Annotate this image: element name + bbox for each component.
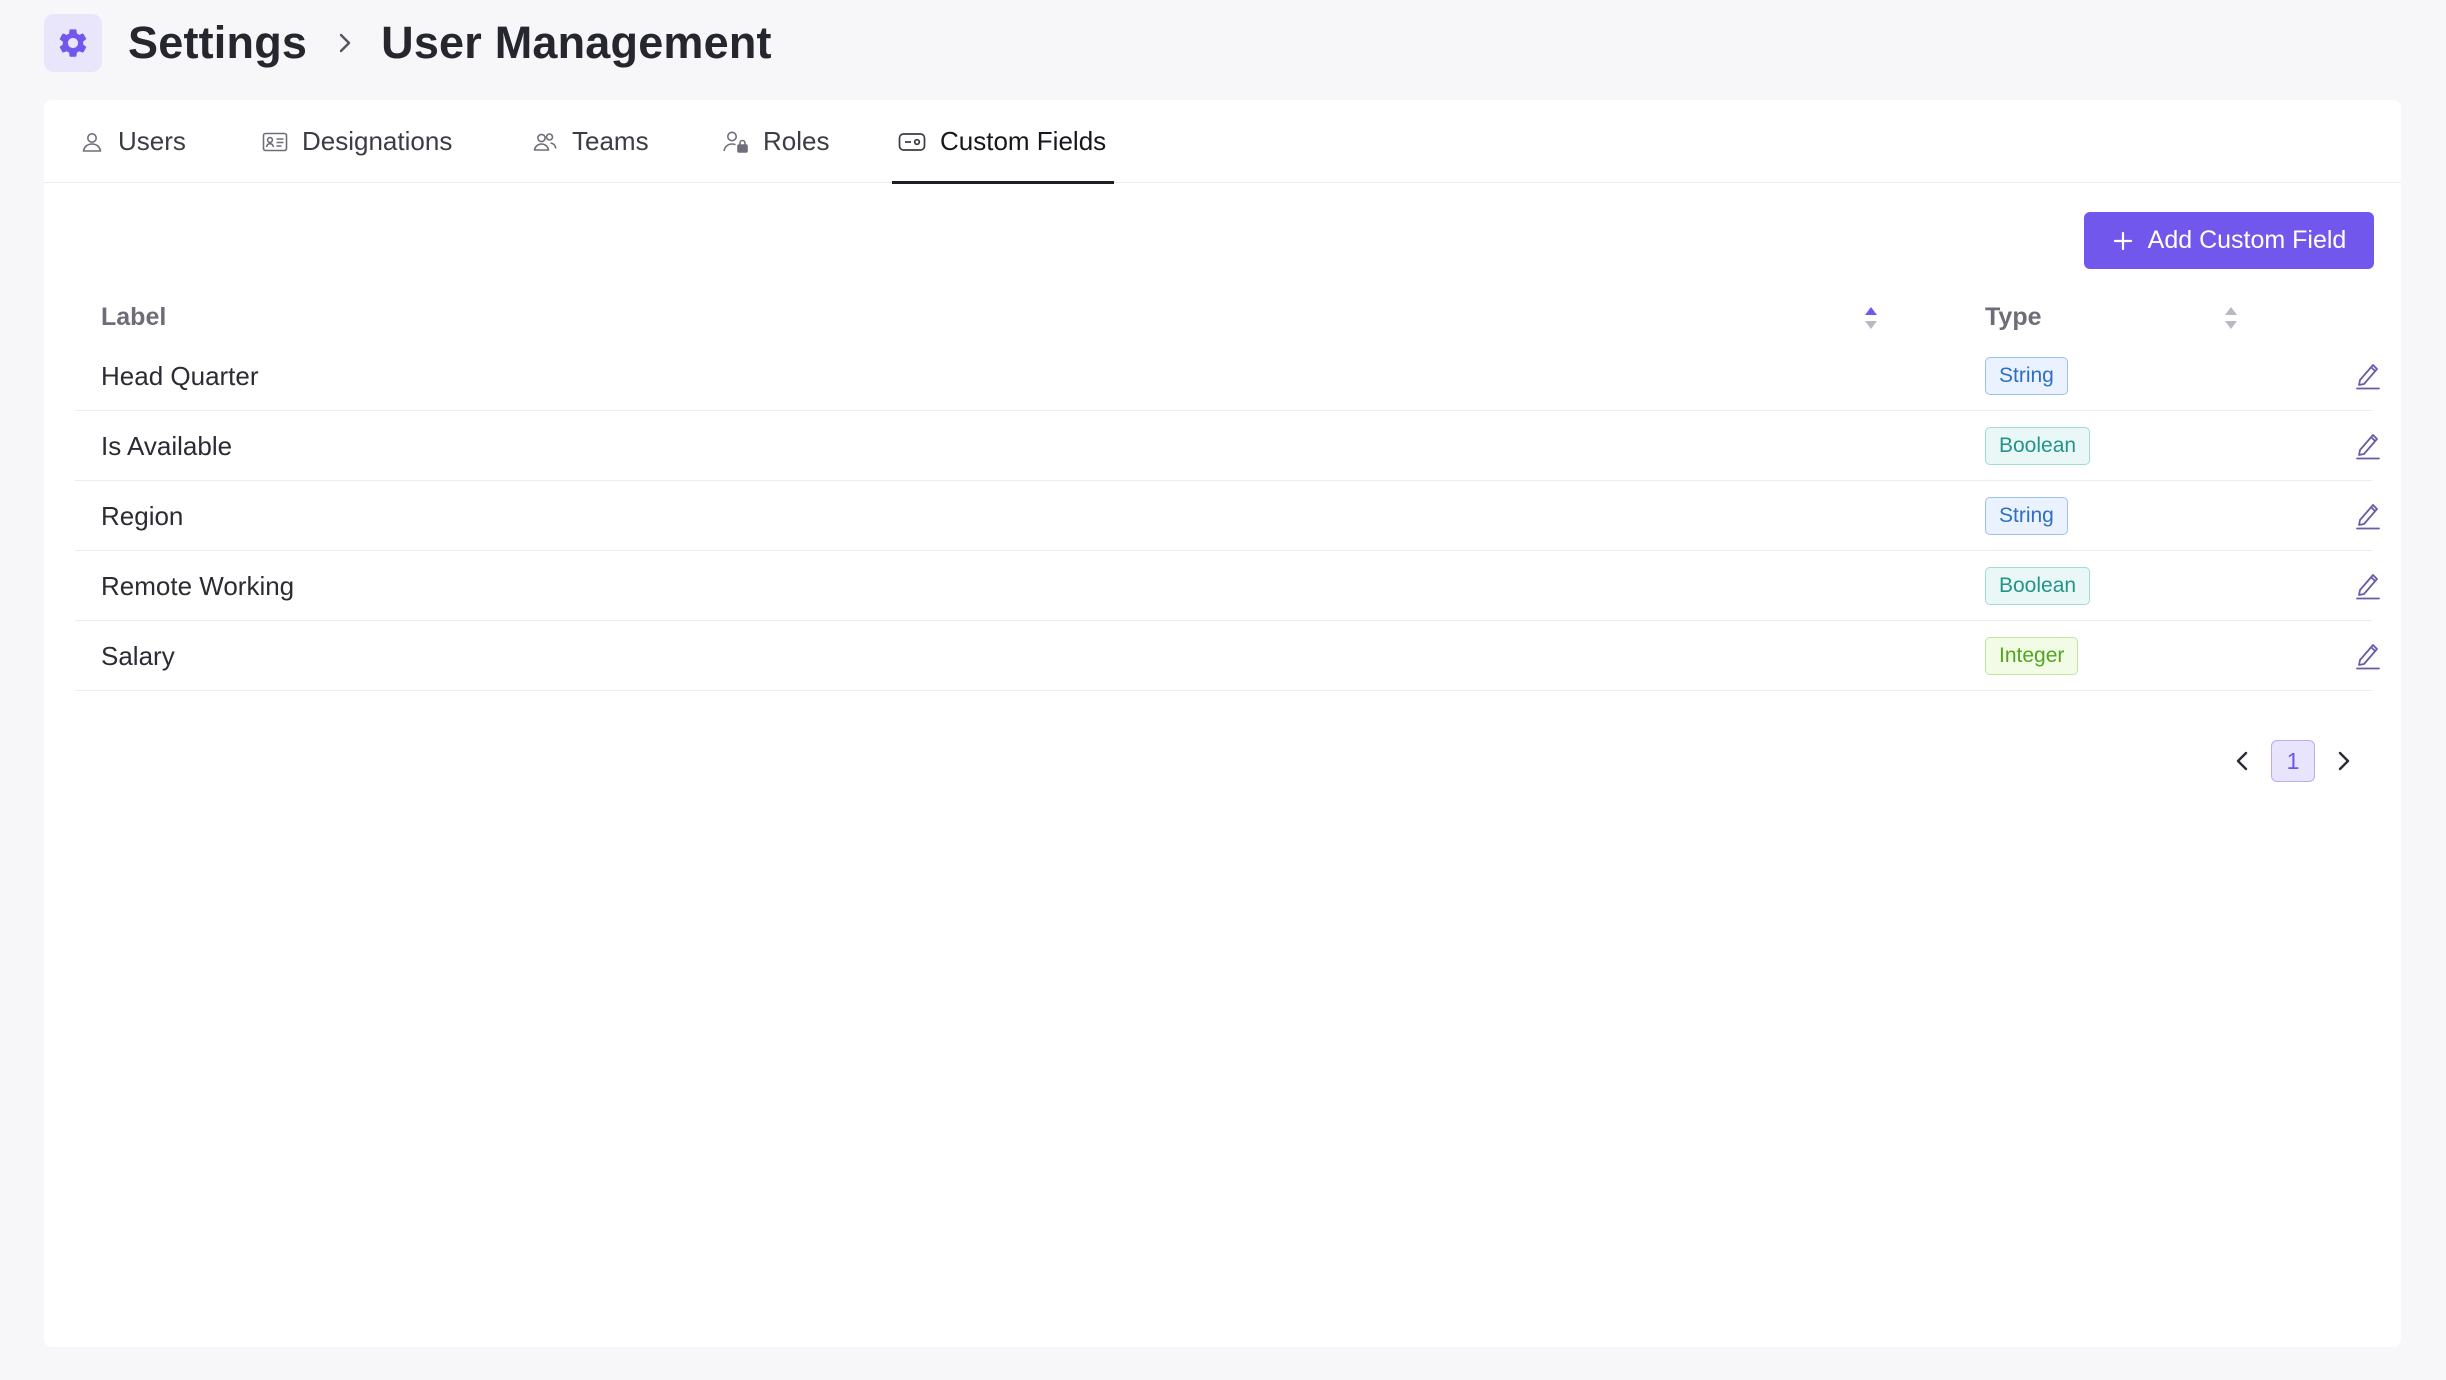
add-custom-field-button[interactable]: Add Custom Field: [2084, 212, 2374, 269]
edit-icon[interactable]: [2353, 429, 2383, 461]
user-lock-icon: [721, 129, 749, 155]
edit-icon[interactable]: [2353, 639, 2383, 671]
custom-fields-table: Label Type Head Quarter String Is Availa…: [75, 293, 2380, 691]
tab-label: Users: [118, 126, 186, 156]
plus-icon: [2112, 230, 2134, 252]
tab-bar: Users Designations Teams Roles Custom Fi…: [44, 100, 2401, 184]
field-label: Remote Working: [101, 570, 295, 601]
id-card-icon: [262, 131, 288, 153]
main-card: Users Designations Teams Roles Custom Fi…: [44, 100, 2401, 1347]
tab-teams[interactable]: Teams: [532, 100, 649, 183]
tab-label: Roles: [763, 126, 830, 156]
edit-icon[interactable]: [2353, 359, 2383, 391]
sort-icon[interactable]: [2223, 305, 2239, 336]
table-row: Remote Working Boolean: [75, 551, 2380, 621]
table-row: Is Available Boolean: [75, 411, 2380, 481]
tab-label: Custom Fields: [940, 126, 1107, 156]
custom-field-icon: [898, 131, 926, 153]
breadcrumb-settings[interactable]: Settings: [128, 17, 307, 69]
tab-roles[interactable]: Roles: [721, 100, 829, 183]
user-icon: [80, 130, 104, 154]
type-badge: String: [1985, 497, 2068, 535]
breadcrumb: Settings User Management: [44, 14, 772, 72]
table-header: Label Type: [75, 293, 2372, 341]
edit-icon[interactable]: [2353, 569, 2383, 601]
type-badge: Boolean: [1985, 427, 2091, 465]
page-title: User Management: [381, 17, 772, 68]
field-label: Salary: [101, 640, 175, 671]
tab-label: Teams: [572, 126, 649, 156]
pagination: 1: [2227, 739, 2359, 783]
field-label: Is Available: [101, 430, 233, 461]
tab-designations[interactable]: Designations: [262, 100, 452, 183]
add-button-label: Add Custom Field: [2147, 226, 2347, 254]
tab-label: Designations: [302, 126, 453, 156]
type-badge: String: [1985, 357, 2068, 395]
chevron-right-icon: [337, 32, 353, 54]
settings-icon-box: [44, 14, 102, 72]
field-label: Region: [101, 500, 184, 531]
tab-custom-fields[interactable]: Custom Fields: [891, 100, 1115, 184]
type-badge: Boolean: [1985, 567, 2091, 605]
table-row: Head Quarter String: [75, 341, 2380, 411]
field-label: Head Quarter: [101, 360, 259, 391]
edit-icon[interactable]: [2353, 499, 2383, 531]
sort-icon[interactable]: [1863, 305, 1879, 336]
gear-icon: [59, 29, 87, 57]
chevron-right-icon[interactable]: [2329, 739, 2359, 783]
type-badge: Integer: [1985, 637, 2079, 675]
team-icon: [532, 130, 558, 154]
chevron-left-icon[interactable]: [2227, 739, 2257, 783]
table-row: Region String: [75, 481, 2380, 551]
tab-users[interactable]: Users: [80, 100, 186, 183]
table-row: Salary Integer: [75, 621, 2380, 691]
page-number[interactable]: 1: [2271, 740, 2315, 782]
column-header-label[interactable]: Label: [101, 293, 166, 341]
column-header-type[interactable]: Type: [1985, 293, 2042, 341]
